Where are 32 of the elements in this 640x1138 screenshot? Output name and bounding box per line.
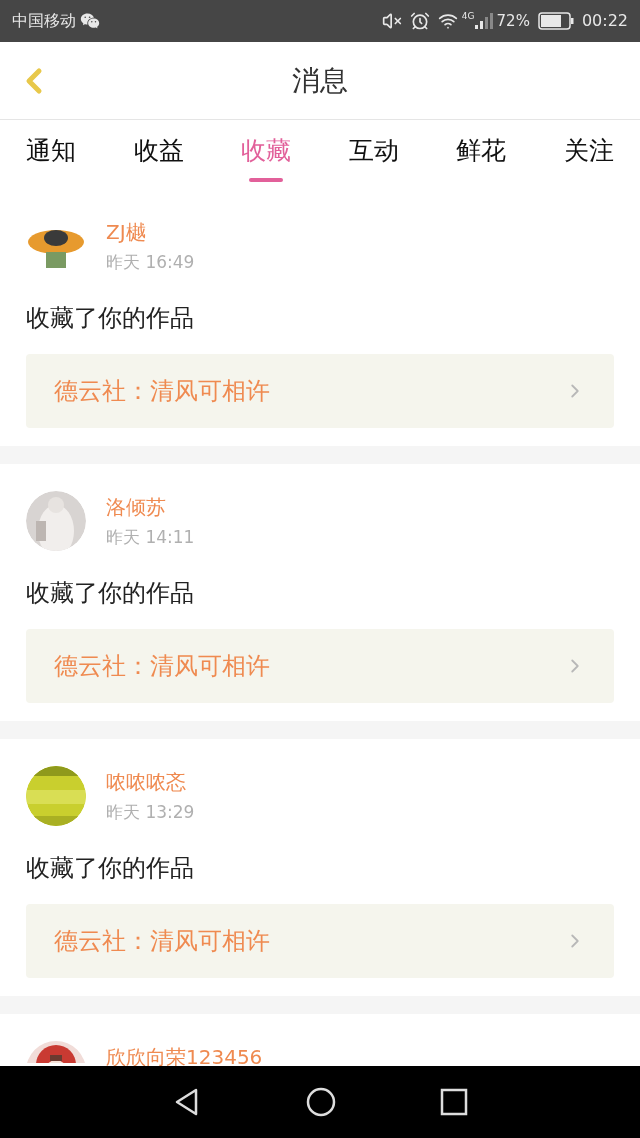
message-text: 收藏了你的作品 — [26, 306, 195, 330]
tab[interactable]: 收藏 — [237, 132, 296, 182]
carrier-name: 中国移动 — [12, 10, 76, 32]
battery-percent: 72% — [496, 10, 530, 32]
user-name[interactable]: 欣欣向荣123456 — [106, 1045, 263, 1066]
recents-nav-icon[interactable] — [440, 1088, 469, 1116]
signal-icon — [474, 13, 493, 29]
wifi-icon — [437, 11, 458, 31]
tab[interactable]: 互动 — [344, 132, 403, 182]
message-text: 收藏了你的作品 — [26, 856, 195, 880]
work-link[interactable]: 德云社：清风可相许 — [26, 629, 614, 703]
user-name[interactable]: 洛倾苏 — [106, 495, 195, 519]
message-time: 昨天 13:29 — [106, 801, 195, 824]
message-text: 收藏了你的作品 — [26, 581, 195, 605]
alarm-icon — [409, 11, 430, 31]
tab[interactable]: 通知 — [22, 132, 80, 182]
tab[interactable]: 关注 — [559, 132, 618, 182]
chat-bubbles-icon — [80, 11, 100, 31]
message-time: 昨天 16:49 — [106, 251, 195, 274]
clock-time: 00:22 — [581, 10, 628, 32]
battery-icon — [537, 12, 574, 30]
tab[interactable]: 收益 — [129, 132, 188, 182]
user-name[interactable]: 哝哝哝忞 — [106, 770, 195, 794]
user-name[interactable]: ZJ樾 — [106, 220, 195, 244]
network-type: 4G — [461, 10, 475, 23]
message-time: 昨天 14:11 — [106, 526, 195, 549]
work-link[interactable]: 德云社：清风可相许 — [26, 904, 614, 978]
tab[interactable]: 鲜花 — [452, 132, 511, 182]
home-nav-icon[interactable] — [305, 1086, 337, 1118]
page-title: 消息 — [292, 62, 348, 99]
mute-icon — [381, 11, 402, 31]
work-link[interactable]: 德云社：清风可相许 — [26, 354, 614, 428]
